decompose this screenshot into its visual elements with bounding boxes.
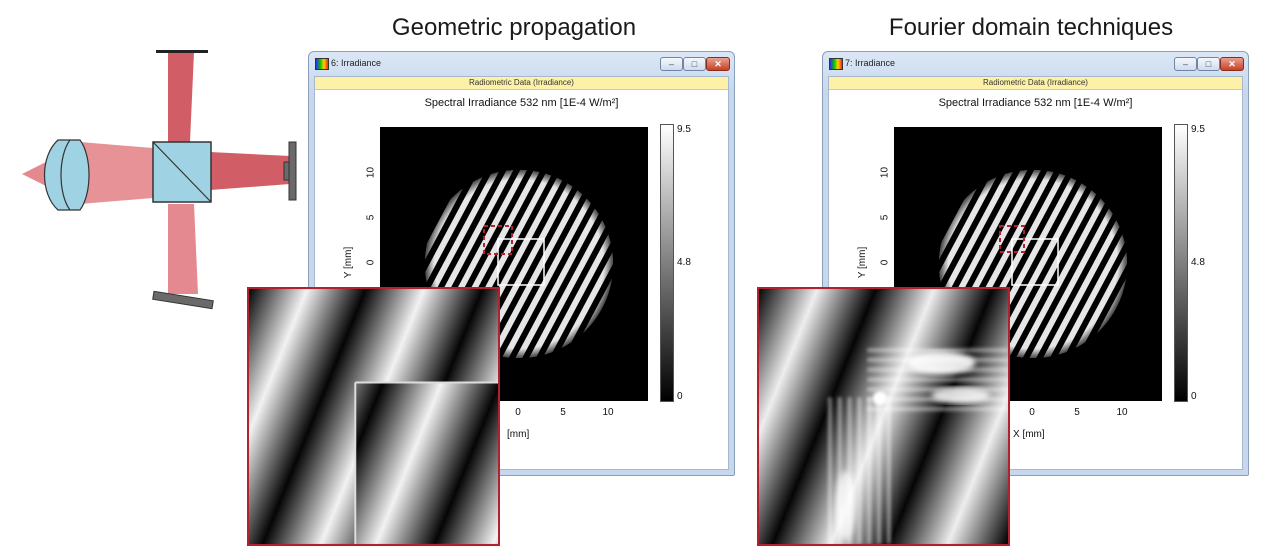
beam-input <box>80 142 153 204</box>
y-tick: 5 <box>879 214 891 221</box>
plot-title: Spectral Irradiance 532 nm [1E-4 W/m²] <box>424 97 619 109</box>
window-titlebar[interactable]: 7: Irradiance – □ ✕ <box>823 52 1248 76</box>
colorbar-min: 0 <box>677 391 683 402</box>
close-icon[interactable]: ✕ <box>706 57 730 71</box>
minimize-icon[interactable]: – <box>660 57 683 71</box>
interferometer-setup-diagram <box>22 50 297 310</box>
y-tick: 0 <box>879 259 891 266</box>
close-icon[interactable]: ✕ <box>1220 57 1244 71</box>
zoom-inset-fourier <box>757 287 1010 546</box>
x-axis-label: X [mm] <box>1013 429 1045 440</box>
heading-fourier-domain-techniques: Fourier domain techniques <box>888 14 1174 41</box>
window-title: 6: Irradiance <box>331 58 382 68</box>
x-tick: 5 <box>560 407 566 418</box>
window-title: 7: Irradiance <box>845 58 896 68</box>
minimize-icon[interactable]: – <box>1174 57 1197 71</box>
maximize-icon[interactable]: □ <box>683 57 706 71</box>
zoom-diffraction-image <box>759 289 1008 544</box>
beam-output <box>210 152 290 190</box>
zoom-inset-geometric <box>247 287 500 546</box>
y-axis-label: Y [mm] <box>343 246 355 279</box>
colorbar-mid: 4.8 <box>1191 257 1205 268</box>
bright-lobe-right <box>931 387 991 404</box>
y-tick: 10 <box>365 166 377 179</box>
colorbar-min: 0 <box>1191 391 1197 402</box>
fringes-inner-shifted <box>355 382 498 544</box>
x-tick: 0 <box>515 407 521 418</box>
mirror-top <box>156 50 208 53</box>
app-icon <box>829 58 843 70</box>
toolbar-label: Radiometric Data (Irradiance) <box>315 77 728 90</box>
detector <box>288 141 297 201</box>
window-titlebar[interactable]: 6: Irradiance – □ ✕ <box>309 52 734 76</box>
y-tick: 0 <box>365 259 377 266</box>
colorbar-max: 9.5 <box>677 124 691 135</box>
colorbar-max: 9.5 <box>1191 124 1205 135</box>
x-tick: 10 <box>1116 407 1128 418</box>
x-tick: 5 <box>1074 407 1080 418</box>
toolbar-label: Radiometric Data (Irradiance) <box>829 77 1242 90</box>
colorbar <box>660 124 674 402</box>
y-tick: 5 <box>365 214 377 221</box>
bright-lobe-top <box>906 351 976 375</box>
x-tick: 0 <box>1029 407 1035 418</box>
heading-geometric-propagation: Geometric propagation <box>391 14 637 41</box>
zoom-fringe-image <box>249 289 498 544</box>
app-icon <box>315 58 329 70</box>
beam-vertical-top <box>168 52 194 142</box>
beam-vertical-bottom <box>168 204 198 294</box>
plot-title: Spectral Irradiance 532 nm [1E-4 W/m²] <box>938 97 1133 109</box>
bright-lobe-bottom <box>835 471 856 541</box>
y-axis-label: Y [mm] <box>857 246 869 279</box>
colorbar-mid: 4.8 <box>677 257 691 268</box>
colorbar <box>1174 124 1188 402</box>
maximize-icon[interactable]: □ <box>1197 57 1220 71</box>
x-tick: 10 <box>602 407 614 418</box>
bright-spot <box>873 391 887 406</box>
x-axis-label: [mm] <box>507 429 530 440</box>
y-tick: 10 <box>879 166 891 179</box>
